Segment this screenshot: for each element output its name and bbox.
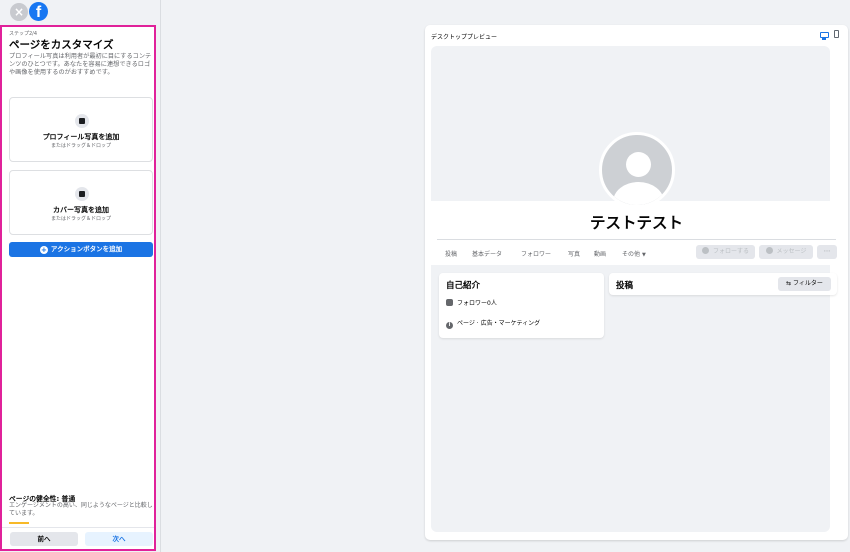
footer-divider: [2, 527, 154, 528]
mobile-icon[interactable]: [834, 30, 839, 38]
desktop-icon[interactable]: [820, 32, 829, 40]
info-icon: i: [446, 322, 453, 329]
close-icon[interactable]: ×: [10, 3, 28, 21]
follow-button-label: フォローする: [712, 248, 749, 255]
tab-posts[interactable]: 投稿: [445, 249, 457, 258]
tab-videos[interactable]: 動画: [594, 249, 606, 258]
add-action-button-label: アクションボタンを追加: [50, 245, 123, 253]
next-button[interactable]: 次へ: [85, 532, 153, 546]
posts-title: 投稿: [616, 281, 634, 291]
posts-card: 投稿 ⇆ フィルター: [609, 273, 837, 295]
previous-button[interactable]: 前へ: [10, 532, 78, 546]
followers-count: フォロワー0人: [457, 300, 497, 307]
panel-divider: [160, 0, 161, 552]
tab-about[interactable]: 基本データ: [472, 249, 502, 258]
tab-more-label: その他: [622, 251, 641, 258]
tab-more[interactable]: その他 ▼: [622, 249, 646, 258]
drag-drop-hint: またはドラッグ＆ドロップ: [50, 216, 111, 222]
page-health-description: エンゲージメントの高い、同じようなページと比較しています。: [9, 502, 153, 517]
avatar: [599, 132, 675, 208]
follow-button[interactable]: フォローする: [696, 245, 755, 259]
add-action-button[interactable]: + アクションボタンを追加: [9, 242, 153, 257]
message-button[interactable]: メッセージ: [759, 245, 813, 259]
customize-page-panel: ステップ2/4 ページをカスタマイズ プロフィール写真は利用者が最初に目にするコ…: [0, 25, 156, 551]
page-category: ページ · 広告・マーケティング: [457, 320, 541, 327]
step-indicator: ステップ2/4: [9, 31, 38, 37]
filter-button-label: フィルター: [793, 280, 823, 287]
add-profile-photo-label: プロフィール写真を追加: [42, 133, 120, 141]
camera-plus-icon: [75, 114, 89, 128]
followers-icon: [446, 299, 453, 306]
intro-card: 自己紹介 フォロワー0人 i ページ · 広告・マーケティング: [439, 273, 604, 338]
add-cover-photo-dropzone[interactable]: カバー写真を追加 またはドラッグ＆ドロップ: [9, 170, 153, 235]
desktop-preview-card: デスクトッププレビュー テストテスト 投稿 基本データ フォロワー 写真 動画 …: [425, 25, 848, 540]
follow-icon: [701, 247, 709, 254]
intro-title: 自己紹介: [446, 281, 481, 291]
messenger-icon: [765, 247, 773, 254]
tab-photos[interactable]: 写真: [568, 249, 580, 258]
tabs-divider: [437, 239, 836, 240]
avatar-head-shape: [626, 152, 651, 177]
add-profile-photo-dropzone[interactable]: プロフィール写真を追加 またはドラッグ＆ドロップ: [9, 97, 153, 162]
plus-icon: +: [39, 246, 48, 254]
add-cover-photo-label: カバー写真を追加: [53, 206, 109, 214]
message-button-label: メッセージ: [776, 248, 807, 255]
more-options-button[interactable]: ···: [817, 245, 837, 259]
facebook-logo-icon: f: [29, 2, 48, 21]
drag-drop-hint: またはドラッグ＆ドロップ: [50, 143, 111, 149]
page-name: テストテスト: [589, 214, 683, 232]
page-health-bar: [9, 522, 29, 524]
panel-description: プロフィール写真は利用者が最初に目にするコンテンツのひとつです。あなたを容易に連…: [9, 53, 152, 76]
chevron-down-icon: ▼: [641, 252, 646, 258]
preview-title: デスクトッププレビュー: [431, 34, 498, 41]
avatar-body-shape: [613, 182, 664, 205]
tab-followers[interactable]: フォロワー: [521, 249, 551, 258]
filter-icon: ⇆: [786, 280, 792, 287]
panel-title: ページをカスタマイズ: [9, 39, 114, 51]
camera-plus-icon: [75, 187, 89, 201]
followers-row: フォロワー0人: [446, 298, 497, 307]
category-row: i ページ · 広告・マーケティング: [446, 318, 540, 329]
filter-button[interactable]: ⇆ フィルター: [778, 277, 831, 291]
